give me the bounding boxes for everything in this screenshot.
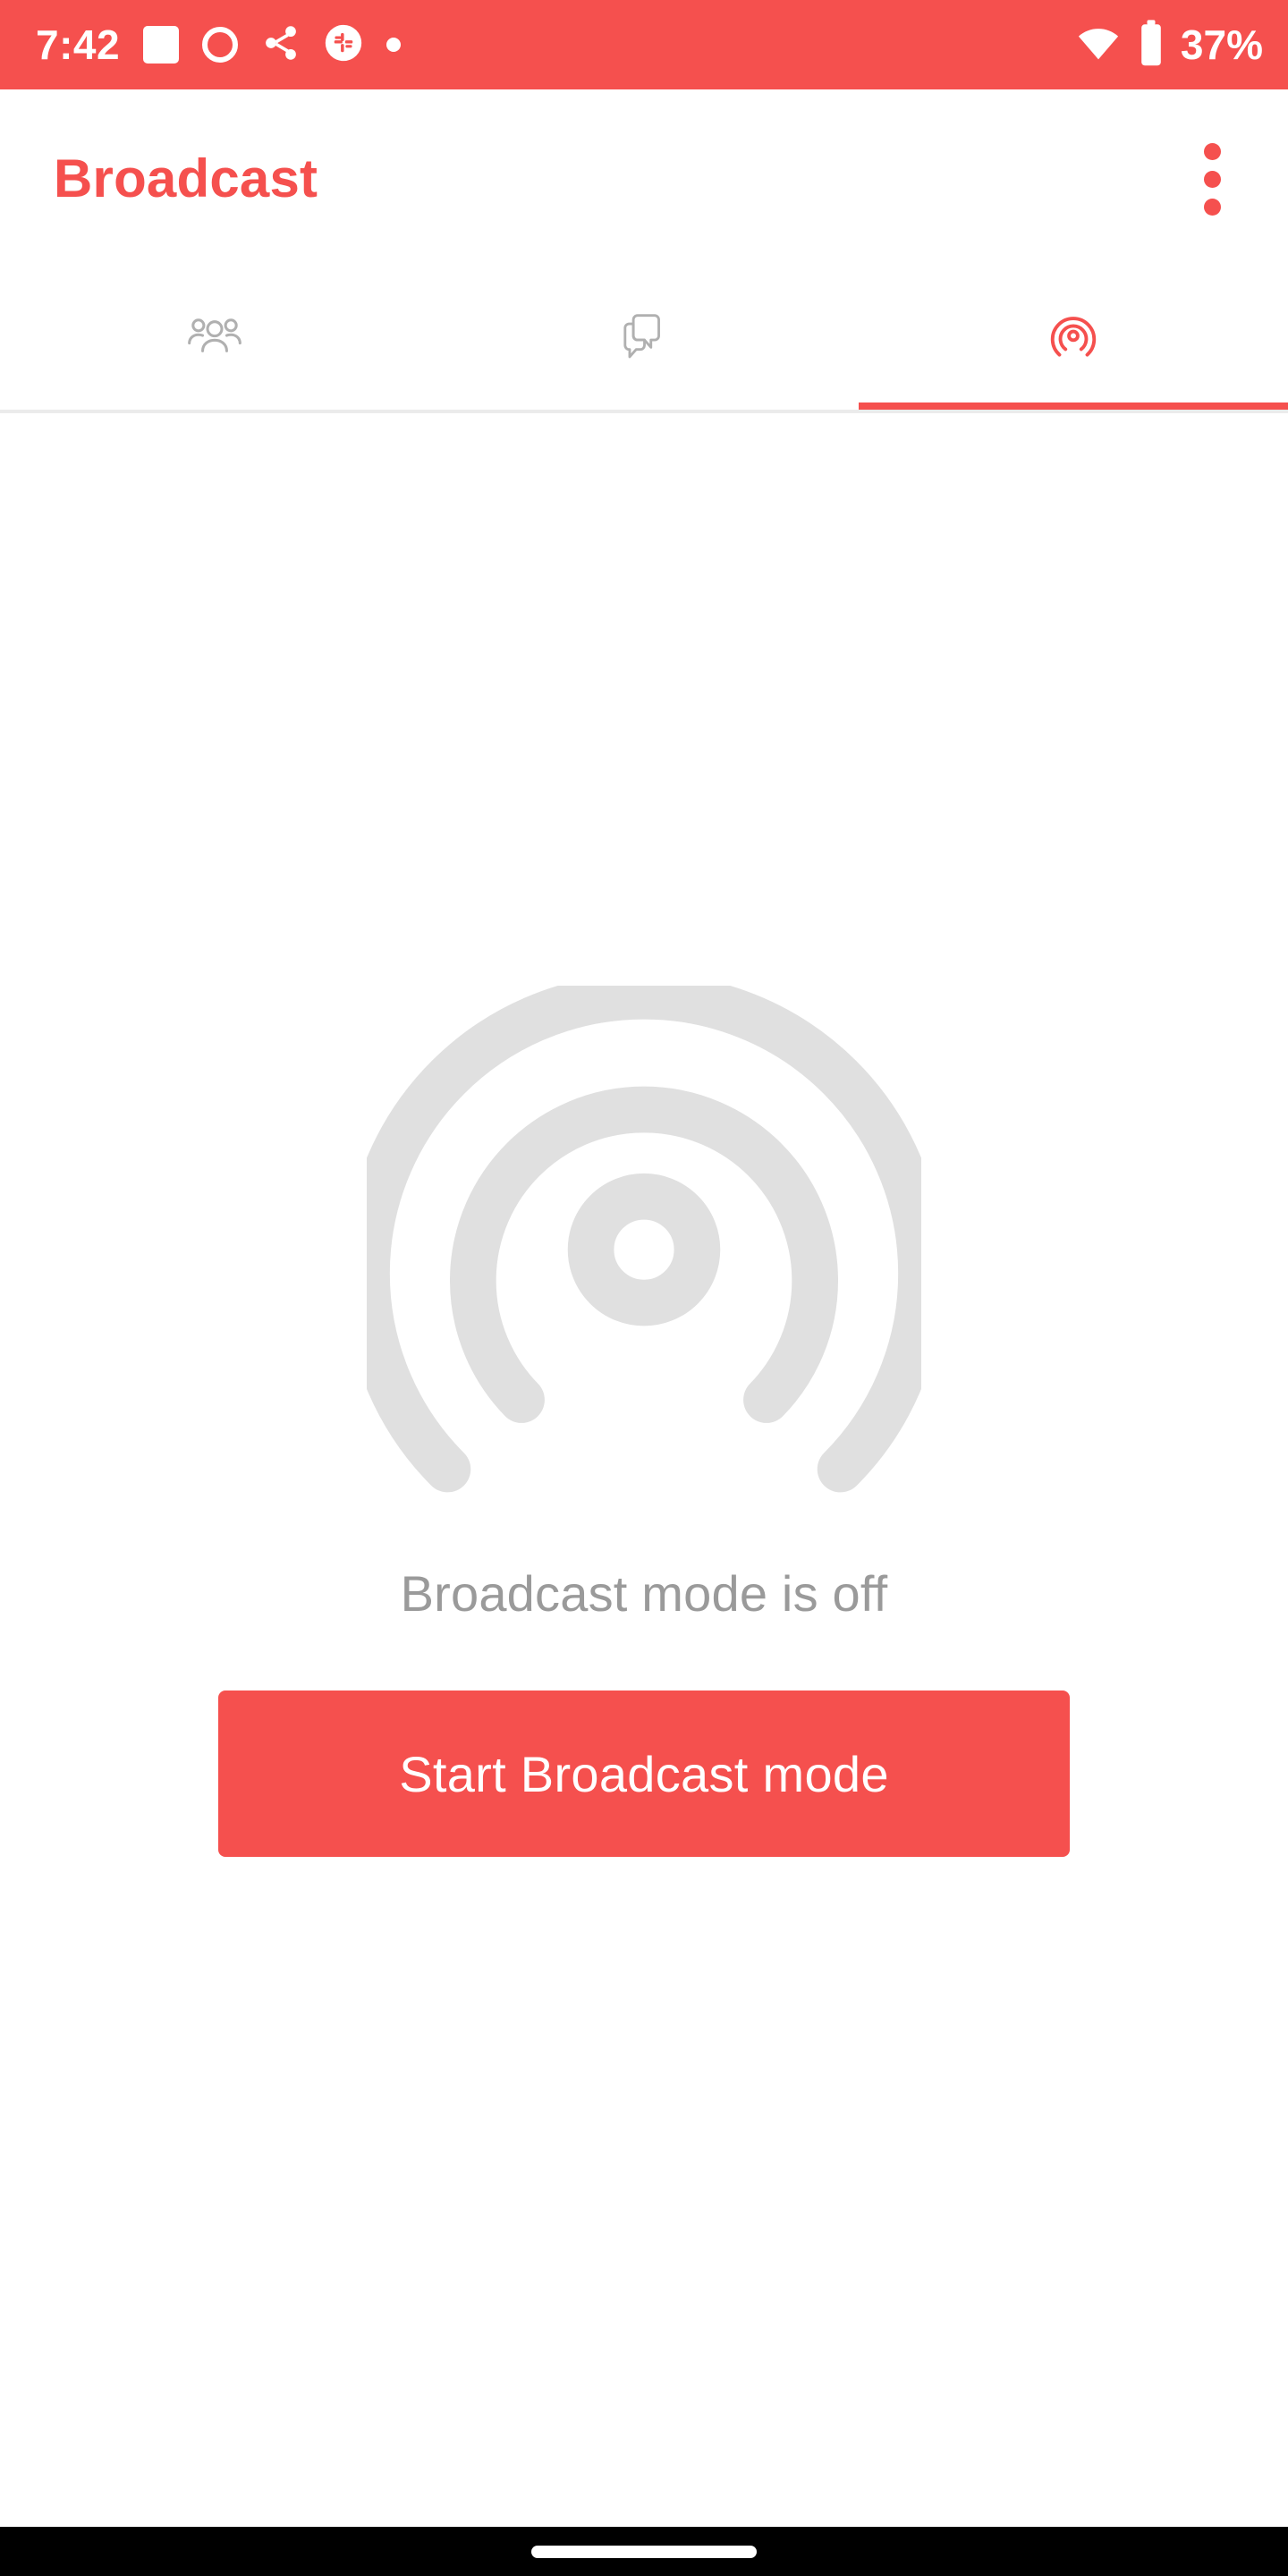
tab-chats[interactable]: [429, 268, 859, 410]
people-group-icon: [185, 308, 244, 371]
more-vert-icon-dot-3: [1203, 198, 1221, 216]
tab-active-indicator: [859, 402, 1288, 410]
broadcast-content-panel: Broadcast mode is off Start Broadcast mo…: [0, 413, 1288, 2527]
battery-percentage-label: 37%: [1180, 21, 1263, 68]
broadcast-status-message: Broadcast mode is off: [400, 1565, 888, 1622]
start-broadcast-mode-button[interactable]: Start Broadcast mode: [218, 1690, 1070, 1857]
small-dot-notification-icon: [386, 38, 402, 52]
more-vert-icon-dot-1: [1203, 142, 1221, 160]
system-navigation-bar: [0, 2527, 1288, 2576]
home-gesture-pill[interactable]: [531, 2545, 757, 2558]
slack-notification-icon: [324, 23, 363, 67]
rounded-square-notification-icon: [143, 26, 180, 64]
tab-bar: [0, 268, 1288, 410]
wifi-icon: [1075, 20, 1122, 71]
chat-bubbles-icon: [616, 309, 672, 369]
broadcast-radar-icon: [1046, 309, 1101, 369]
status-bar-right-group: 37%: [1075, 19, 1263, 72]
app-screen: 7:42 37% Broadcast Broadcast mode is off…: [0, 0, 1288, 2576]
share-notification-icon: [261, 23, 301, 67]
battery-icon: [1136, 19, 1166, 72]
app-bar: Broadcast: [0, 89, 1288, 268]
more-vert-icon-dot-2: [1203, 170, 1221, 188]
broadcast-radar-illustration: [343, 972, 945, 1504]
status-bar: 7:42 37%: [0, 0, 1288, 89]
status-bar-clock: 7:42: [36, 21, 121, 68]
tab-broadcast[interactable]: [859, 268, 1288, 410]
overflow-menu-button[interactable]: [1172, 139, 1252, 219]
circle-outline-notification-icon: [202, 27, 239, 63]
tab-people[interactable]: [0, 268, 429, 410]
status-bar-left-group: 7:42: [36, 21, 402, 68]
page-title: Broadcast: [54, 148, 318, 208]
